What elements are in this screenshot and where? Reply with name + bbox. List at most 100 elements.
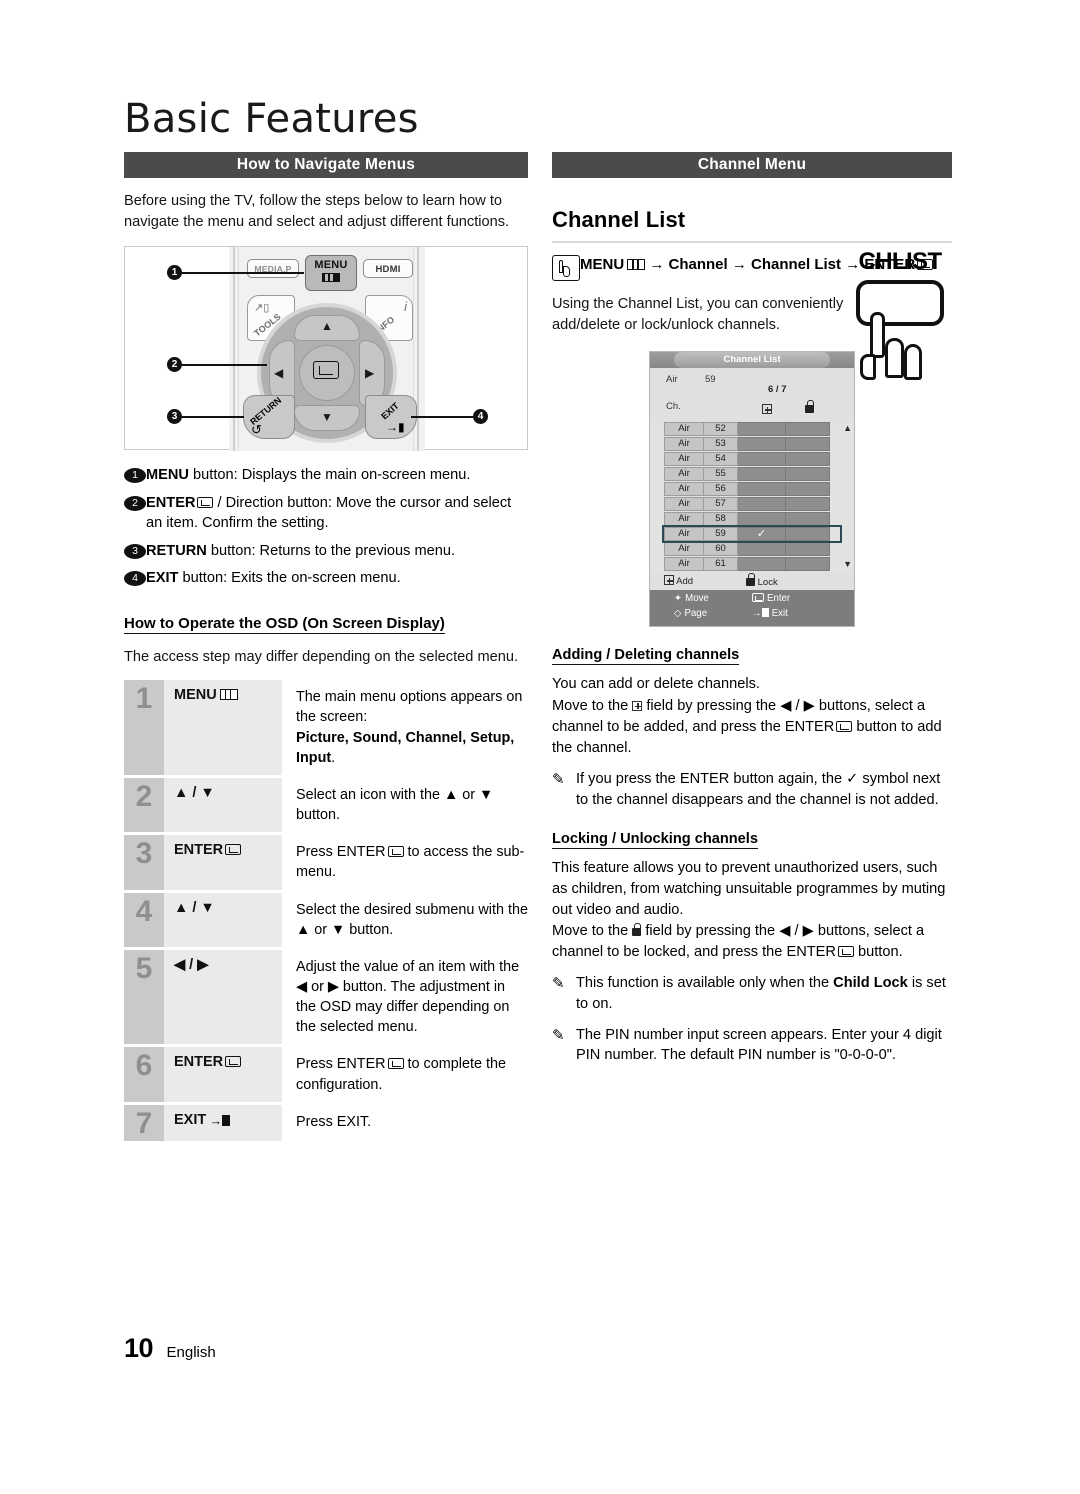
osd-row-add-cell[interactable]: [738, 512, 786, 527]
enter-key-icon: [225, 1056, 242, 1068]
right-column: Channel Menu Channel List MENU → Channel…: [552, 152, 952, 1066]
osd-row-lock-cell[interactable]: [786, 527, 830, 542]
osd-channel-row[interactable]: Air 53: [664, 437, 840, 452]
osd-row-add-cell[interactable]: [738, 437, 786, 452]
step-key-label: ENTER: [164, 1044, 282, 1104]
locking-note-2-text: The PIN number input screen appears. Ent…: [576, 1026, 942, 1064]
osd-channel-row[interactable]: Air 55: [664, 467, 840, 482]
osd-row-source: Air: [664, 482, 704, 497]
osd-row-lock-cell[interactable]: [786, 497, 830, 512]
plus-box-icon: [762, 404, 772, 415]
remote-return-button[interactable]: RETURN ↺: [243, 395, 295, 440]
remote-hdmi-button[interactable]: HDMI: [363, 259, 413, 279]
bullet-body: button: Exits the on-screen menu.: [178, 570, 401, 587]
osd-row-add-cell[interactable]: [738, 422, 786, 437]
osd-row-channel: 57: [704, 497, 738, 512]
list-item: 4 EXIT button: Exits the on-screen menu.: [124, 568, 528, 588]
enter-key-icon: [197, 496, 214, 508]
step-desc-line1: Press ENTER: [296, 1056, 386, 1073]
callout-4: 4: [473, 409, 488, 425]
step-number: 7: [124, 1101, 164, 1141]
osd-row-add-cell[interactable]: [738, 557, 786, 572]
osd-legend: Add Lock: [650, 572, 854, 591]
remote-exit-label: EXIT: [379, 401, 401, 422]
adding-note: ✎ If you press the ENTER button again, t…: [552, 769, 952, 810]
osd-current-channel: 59: [705, 374, 716, 386]
left-column: How to Navigate Menus Before using the T…: [124, 152, 528, 1141]
step-desc-bold: Picture, Sound, Channel, Setup, Input: [296, 729, 515, 766]
table-row: 5 ◀ / ▶ Adjust the value of an item with…: [124, 946, 528, 1046]
bullet-text: RETURN button: Returns to the previous m…: [146, 541, 528, 561]
locking-line-1: This feature allows you to prevent unaut…: [552, 859, 946, 918]
remote-edge-left-inner: [238, 247, 239, 452]
osd-row-lock-cell[interactable]: [786, 467, 830, 482]
osd-channel-row[interactable]: Air 58: [664, 512, 840, 527]
list-item: 2 ENTER / Direction button: Move the cur…: [124, 493, 528, 534]
hand-middle-finger: [885, 338, 904, 378]
osd-row-channel: 61: [704, 557, 738, 572]
pressing-hand-illustration: [856, 312, 944, 380]
osd-channel-row[interactable]: Air 56: [664, 482, 840, 497]
step-number: 4: [124, 889, 164, 949]
osd-header-area: Air 59 6 / 7 Ch.: [650, 368, 854, 423]
osd-row-lock-cell[interactable]: [786, 512, 830, 527]
osd-channel-row[interactable]: Air 60: [664, 542, 840, 557]
osd-row-add-cell[interactable]: [738, 452, 786, 467]
exit-door-icon: →▮: [386, 420, 405, 435]
osd-row-lock-cell[interactable]: [786, 557, 830, 572]
osd-hint-page-label: Page: [684, 608, 708, 620]
osd-row-lock-cell[interactable]: [786, 452, 830, 467]
osd-row-add-cell[interactable]: ✓: [738, 527, 786, 542]
bullet-body: button: Displays the main on-screen menu…: [188, 467, 471, 484]
bullet-number: 2: [124, 495, 146, 511]
section-bar-channel-menu: Channel Menu: [552, 152, 952, 178]
table-row: 6 ENTER Press ENTER to complete the conf…: [124, 1044, 528, 1104]
remote-edge-left: [233, 247, 235, 452]
bullet-number: 3: [124, 543, 146, 559]
osd-channel-rows: ▲ Air 52 Air 53 Air 54 Air 55 Air 56 Air…: [650, 422, 854, 572]
navigate-intro-text: Before using the TV, follow the steps be…: [124, 193, 510, 230]
osd-legend-add: Add: [664, 575, 693, 587]
list-item: 3 RETURN button: Returns to the previous…: [124, 541, 528, 561]
step-description: Press ENTER to access the sub-menu.: [282, 832, 528, 892]
osd-scroll-down-arrow[interactable]: ▼: [843, 560, 852, 569]
osd-row-add-cell[interactable]: [738, 497, 786, 512]
osd-row-add-cell[interactable]: [738, 467, 786, 482]
osd-row-lock-cell[interactable]: [786, 482, 830, 497]
step-desc-line1: The main menu options appears on the scr…: [296, 689, 523, 726]
osd-row-lock-cell[interactable]: [786, 542, 830, 557]
remote-media-p-button[interactable]: MEDIA.P: [247, 259, 299, 279]
osd-row-lock-cell[interactable]: [786, 422, 830, 437]
osd-scroll-up-arrow[interactable]: ▲: [843, 424, 852, 433]
enter-key-icon: [225, 844, 242, 856]
remote-exit-button[interactable]: EXIT →▮: [365, 395, 417, 440]
remote-menu-button[interactable]: MENU: [305, 255, 357, 292]
step-key-label: ENTER: [164, 832, 282, 892]
locking-note-1-bold: Child Lock: [833, 975, 908, 992]
locking-unlocking-subheading: Locking / Unlocking channels: [552, 830, 758, 849]
osd-row-channel: 54: [704, 452, 738, 467]
return-curve-icon: ↺: [251, 422, 262, 438]
step-number: 6: [124, 1044, 164, 1104]
bullet-text: MENU button: Displays the main on-screen…: [146, 465, 528, 485]
osd-row-source: Air: [664, 467, 704, 482]
enter-key-icon: [387, 846, 404, 858]
osd-row-add-cell[interactable]: [738, 542, 786, 557]
osd-channel-row[interactable]: Air 57: [664, 497, 840, 512]
osd-channel-row-selected[interactable]: Air 59 ✓: [662, 525, 842, 544]
osd-hint-page: ◇ Page: [674, 608, 707, 619]
osd-channel-row[interactable]: Air 61: [664, 557, 840, 572]
osd-channel-row[interactable]: Air 54: [664, 452, 840, 467]
adding-deleting-subheading: Adding / Deleting channels: [552, 647, 740, 666]
step-key-label: ◀ / ▶: [164, 946, 282, 1046]
remote-menu-label: MENU: [314, 259, 348, 272]
osd-hint-move: ✦ Move: [674, 593, 709, 604]
callout-1: 1: [167, 265, 182, 281]
heading-divider: [552, 241, 952, 243]
step-key-text: MENU: [174, 687, 217, 704]
osd-hint-exit: → Exit: [752, 608, 788, 619]
osd-legend-add-label: Add: [676, 576, 694, 588]
osd-channel-row[interactable]: Air 52: [664, 422, 840, 437]
osd-row-add-cell[interactable]: [738, 482, 786, 497]
osd-row-lock-cell[interactable]: [786, 437, 830, 452]
